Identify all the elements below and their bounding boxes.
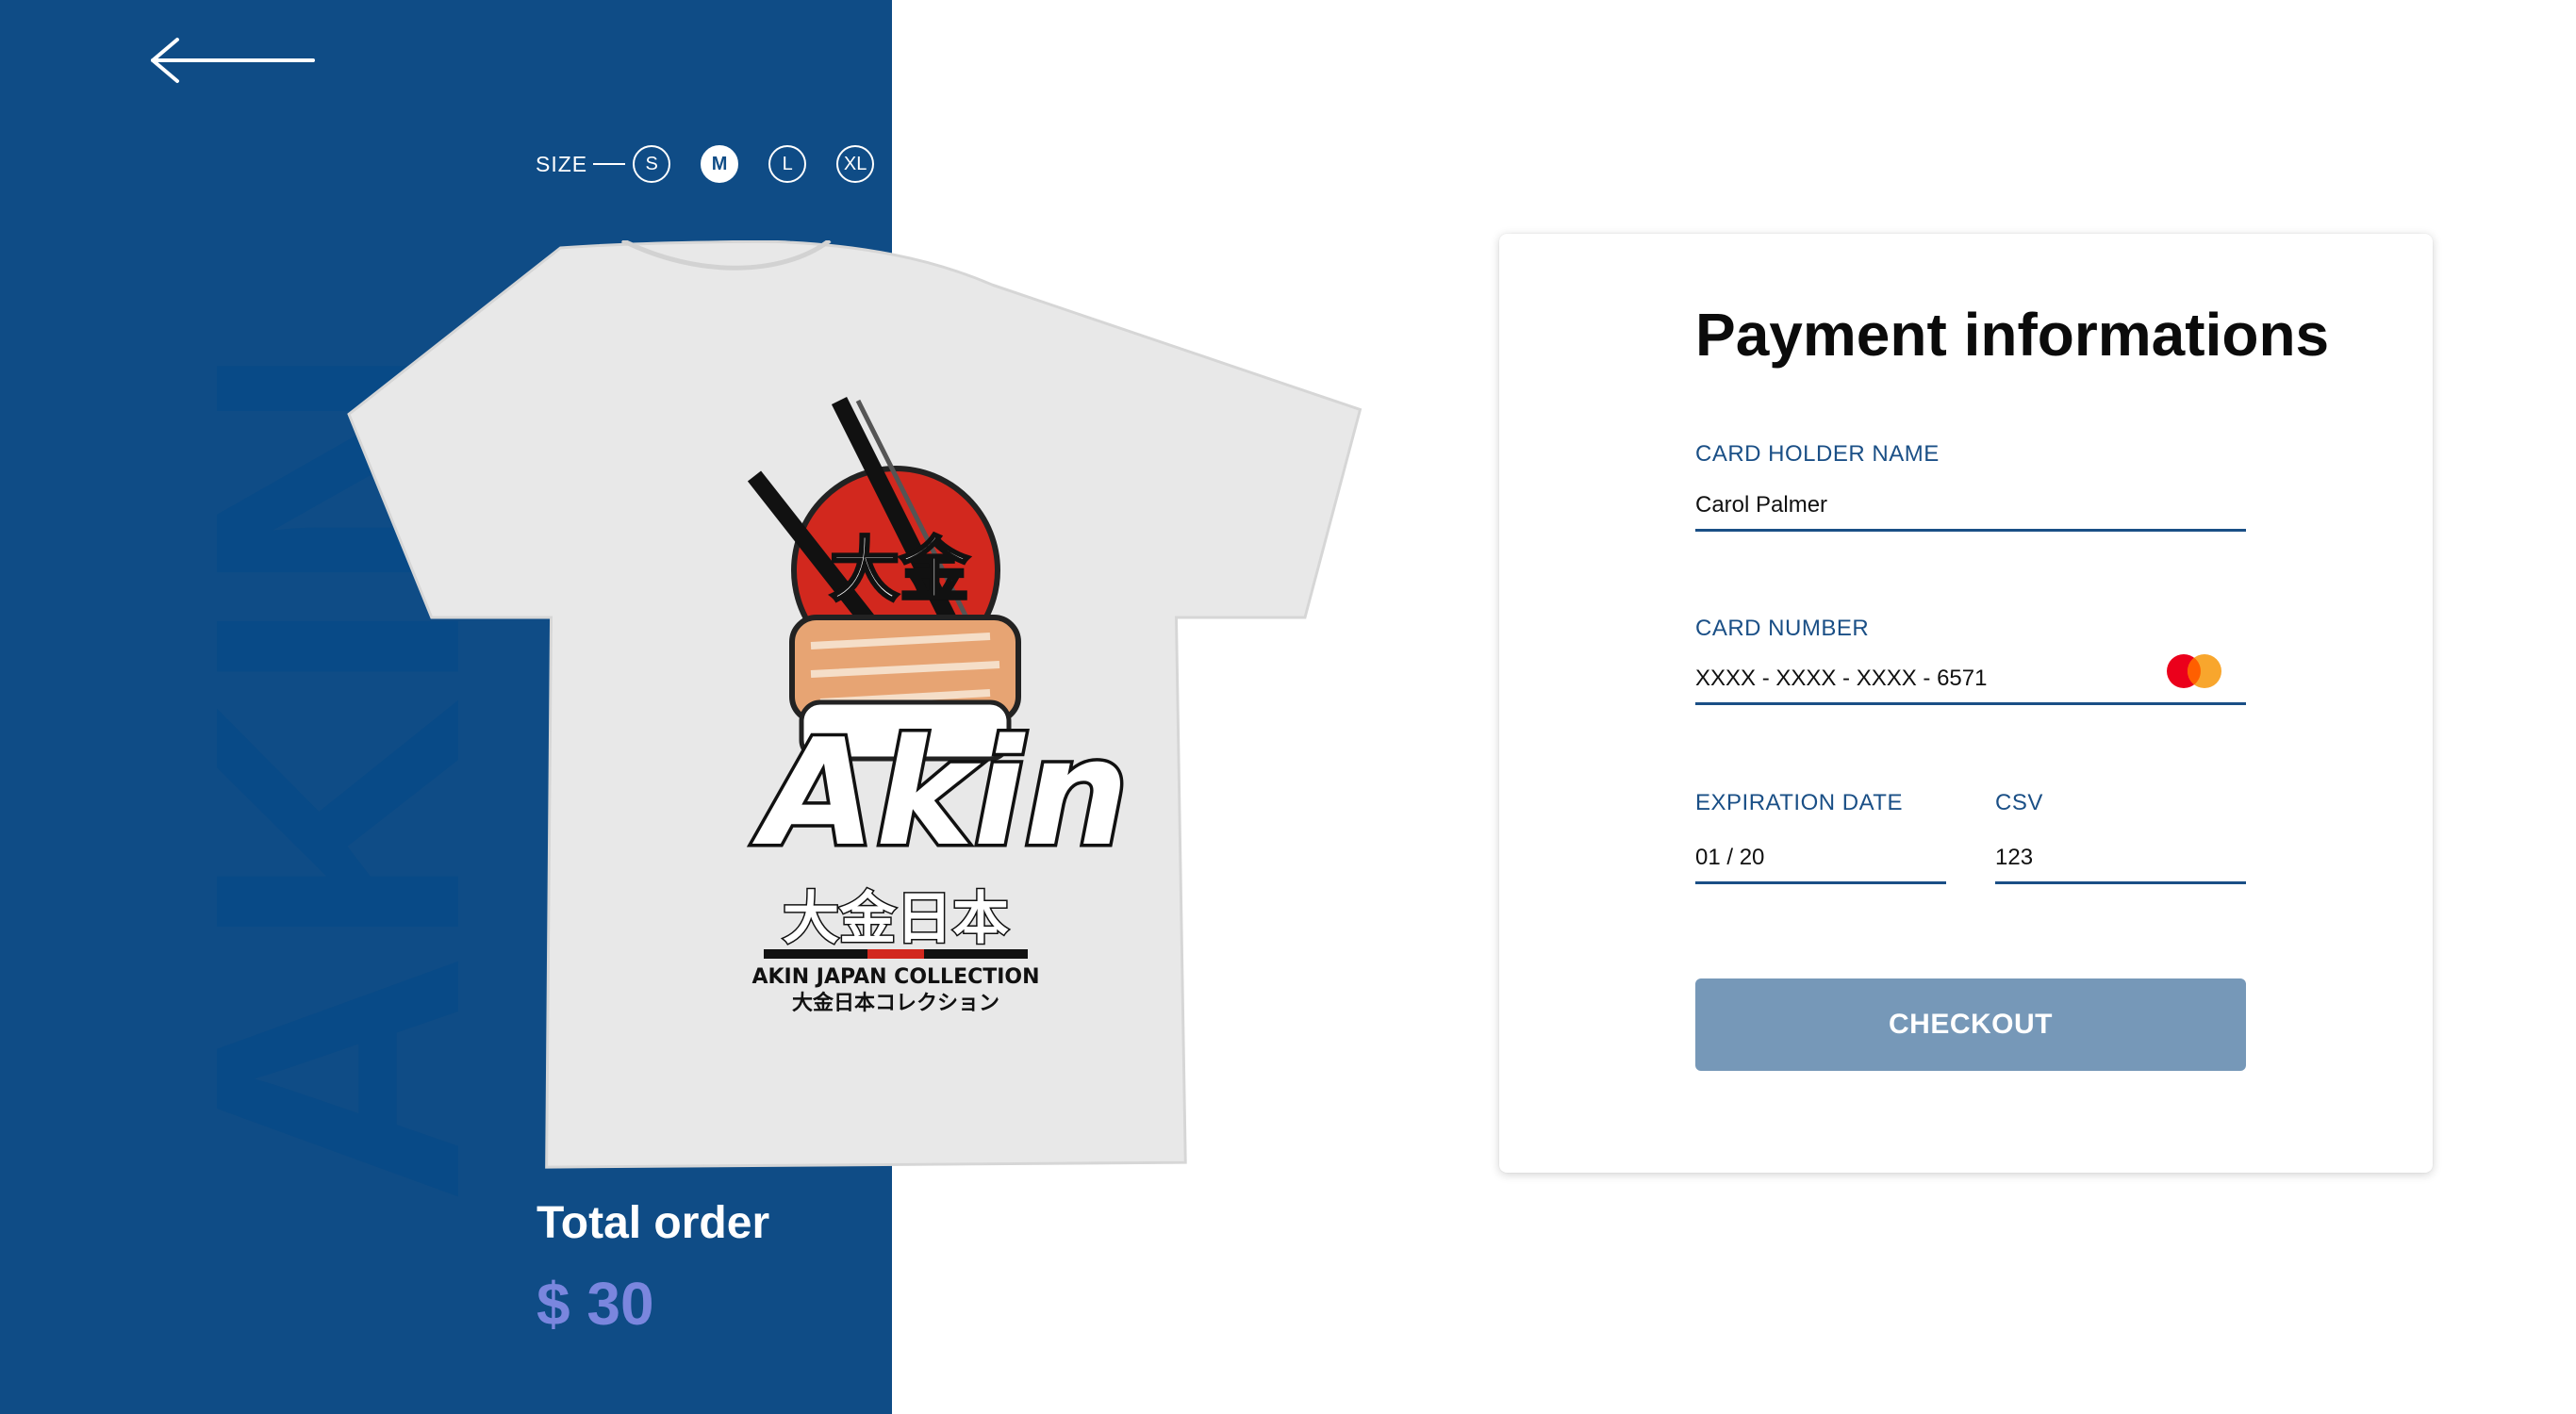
csv-input[interactable] <box>1995 839 2246 884</box>
card-holder-label: CARD HOLDER NAME <box>1695 441 1940 467</box>
print-katakana: 大金日本コレクション <box>792 991 999 1015</box>
tshirt-image: 大金 Akin 大金日本 AKIN JAPAN COLLECTION 大金日本コ… <box>347 240 1362 1169</box>
total-order-value: $ 30 <box>537 1270 654 1338</box>
payment-card: Payment informations CARD HOLDER NAME CA… <box>1499 234 2433 1173</box>
print-collection: AKIN JAPAN COLLECTION <box>751 965 1039 989</box>
expiration-label: EXPIRATION DATE <box>1695 790 1903 815</box>
size-selector: SIZE S M L XL <box>536 143 875 185</box>
size-option-xl[interactable]: XL <box>836 145 875 183</box>
size-label: SIZE <box>536 151 588 176</box>
size-option-s[interactable]: S <box>633 145 671 183</box>
mastercard-icon <box>2167 654 2221 688</box>
total-order-label: Total order <box>537 1198 770 1248</box>
size-option-m[interactable]: M <box>701 145 739 183</box>
checkout-button[interactable]: CHECKOUT <box>1695 978 2246 1071</box>
back-button[interactable] <box>143 36 322 85</box>
card-number-label: CARD NUMBER <box>1695 616 1870 641</box>
print-logo: Akin <box>751 707 1129 879</box>
payment-title: Payment informations <box>1695 301 2330 369</box>
print-kanji-bottom: 大金日本 <box>783 886 1009 952</box>
arrow-left-icon <box>151 38 315 83</box>
size-divider <box>593 163 626 165</box>
expiration-input[interactable] <box>1695 839 1946 884</box>
size-option-l[interactable]: L <box>768 145 807 183</box>
print-kanji-top: 大金 <box>830 530 970 611</box>
csv-label: CSV <box>1995 790 2043 815</box>
card-holder-input[interactable] <box>1695 486 2246 532</box>
